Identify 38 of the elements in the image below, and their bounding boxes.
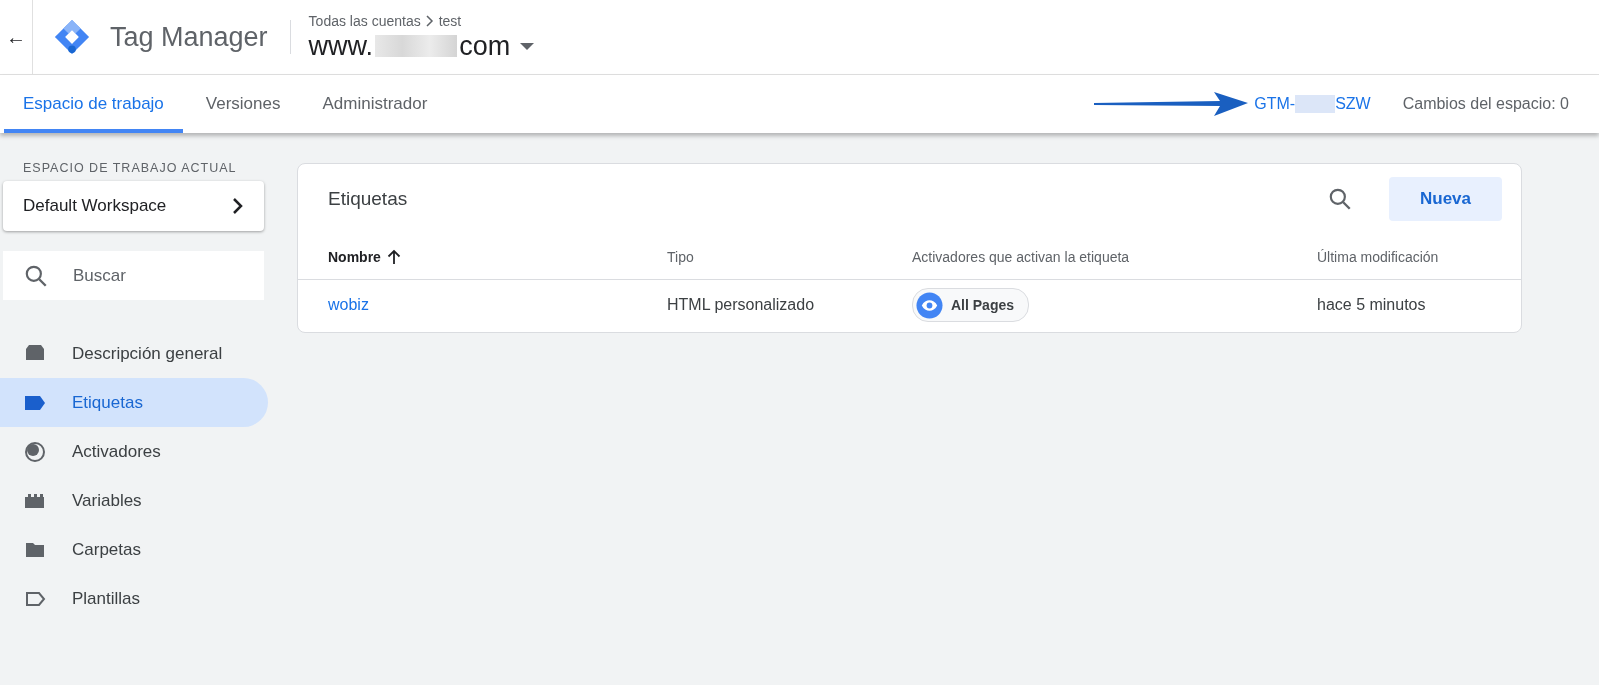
trigger-icon bbox=[23, 439, 47, 464]
eye-icon bbox=[916, 291, 943, 319]
sidebar-item[interactable]: Carpetas bbox=[0, 525, 268, 574]
table-cell: hace 5 minutos bbox=[1317, 296, 1426, 314]
product-name: Tag Manager bbox=[110, 21, 268, 53]
sidebar-item[interactable]: Variables bbox=[0, 476, 268, 525]
sidebar-item[interactable]: Etiquetas bbox=[0, 378, 268, 427]
search-icon[interactable] bbox=[1327, 186, 1353, 212]
column-header[interactable]: Última modificación bbox=[1317, 248, 1439, 265]
sidebar-item[interactable]: Plantillas bbox=[0, 574, 268, 623]
table-cell: HTML personalizado bbox=[667, 296, 815, 314]
dropdown-caret-icon bbox=[520, 41, 535, 51]
nav-tab[interactable]: Administrador bbox=[303, 75, 447, 133]
nav-tab[interactable]: Espacio de trabajo bbox=[4, 75, 183, 133]
search-field[interactable]: Buscar bbox=[3, 251, 264, 300]
card-title: Etiquetas bbox=[328, 188, 409, 210]
section-label: ESPACIO DE TRABAJO ACTUAL bbox=[23, 161, 238, 175]
nav-tab[interactable]: Versiones bbox=[186, 75, 300, 133]
column-header[interactable]: Nombre bbox=[328, 248, 381, 265]
tag-manager-logo bbox=[53, 18, 91, 56]
column-header[interactable]: Activadores que activan la etiqueta bbox=[912, 248, 1130, 265]
breadcrumb-link[interactable]: Todas las cuentas bbox=[308, 12, 421, 29]
workspace-selector[interactable]: Default Workspace bbox=[3, 181, 264, 231]
back-button[interactable]: ← bbox=[0, 0, 33, 74]
sidebar-item[interactable]: Descripción general bbox=[0, 329, 268, 378]
breadcrumb-link[interactable]: test bbox=[438, 12, 462, 29]
column-header[interactable]: Tipo bbox=[667, 248, 694, 265]
chevron-right-icon bbox=[424, 14, 435, 27]
container-selector[interactable]: www. com bbox=[308, 30, 535, 62]
search-icon bbox=[23, 263, 49, 289]
workspace-changes: Cambios del espacio: 0 bbox=[1402, 95, 1569, 113]
sort-arrow-icon bbox=[386, 248, 401, 265]
trigger-chip[interactable]: All Pages bbox=[912, 288, 1030, 322]
tag-name-link[interactable]: wobiz bbox=[328, 296, 369, 314]
chevron-right-icon bbox=[232, 197, 244, 215]
container-id-link[interactable]: GTM- SZW bbox=[1254, 95, 1371, 113]
sidebar-item[interactable]: Activadores bbox=[0, 427, 268, 476]
new-button[interactable]: Nueva bbox=[1389, 177, 1502, 221]
